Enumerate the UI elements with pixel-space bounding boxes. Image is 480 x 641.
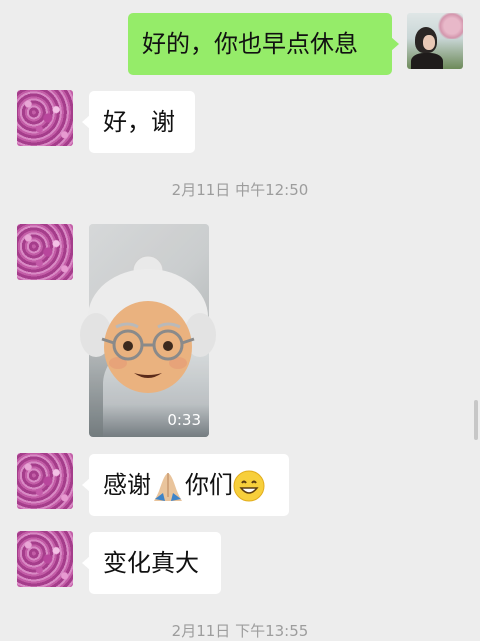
message-text: 好，谢 — [103, 108, 175, 136]
incoming-message-bubble[interactable]: 变化真大 — [82, 532, 221, 594]
scrollbar-thumb[interactable] — [474, 400, 478, 440]
contact-avatar[interactable] — [17, 531, 73, 587]
incoming-message-bubble[interactable]: 感谢 你们 — [82, 454, 289, 516]
contact-avatar[interactable] — [17, 90, 73, 146]
my-avatar[interactable] — [407, 13, 463, 69]
incoming-message-bubble[interactable]: 好，谢 — [82, 91, 195, 153]
message-text: 好的，你也早点休息 — [142, 30, 358, 58]
contact-avatar[interactable] — [17, 453, 73, 509]
message-timestamp: 2月11日 中午12:50 — [171, 181, 309, 199]
grinning-face-icon — [233, 470, 265, 502]
message-text: 感谢 — [103, 471, 151, 499]
folded-hands-icon — [154, 473, 182, 501]
contact-avatar[interactable] — [17, 224, 73, 280]
message-text: 变化真大 — [103, 549, 199, 577]
outgoing-message-bubble[interactable]: 好的，你也早点休息 — [128, 13, 399, 75]
older-woman-emoji — [80, 255, 216, 393]
message-text: 你们 — [185, 471, 233, 499]
video-duration: 0:33 — [167, 411, 201, 429]
